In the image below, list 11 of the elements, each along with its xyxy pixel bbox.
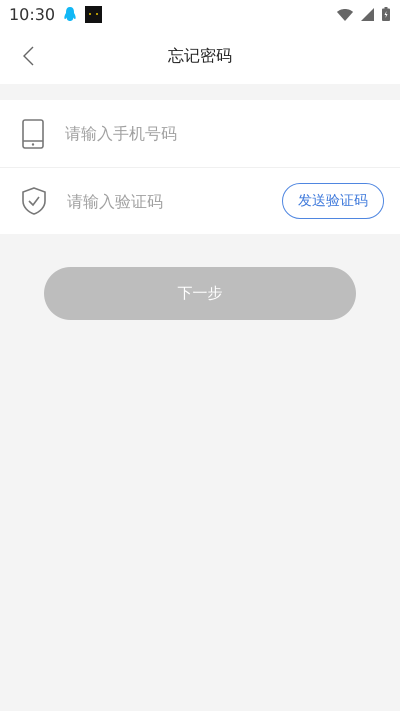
shield-check-icon xyxy=(22,187,46,215)
battery-icon xyxy=(382,7,390,21)
send-code-button[interactable]: 发送验证码 xyxy=(282,183,384,219)
status-time: 10:30 xyxy=(9,4,56,24)
wifi-icon xyxy=(337,8,353,20)
phone-icon xyxy=(22,118,44,148)
signal-icon xyxy=(361,8,374,20)
app-icon xyxy=(85,6,102,22)
penguin-icon xyxy=(63,6,78,22)
back-icon[interactable] xyxy=(22,46,34,66)
page-title: 忘记密码 xyxy=(168,46,232,66)
